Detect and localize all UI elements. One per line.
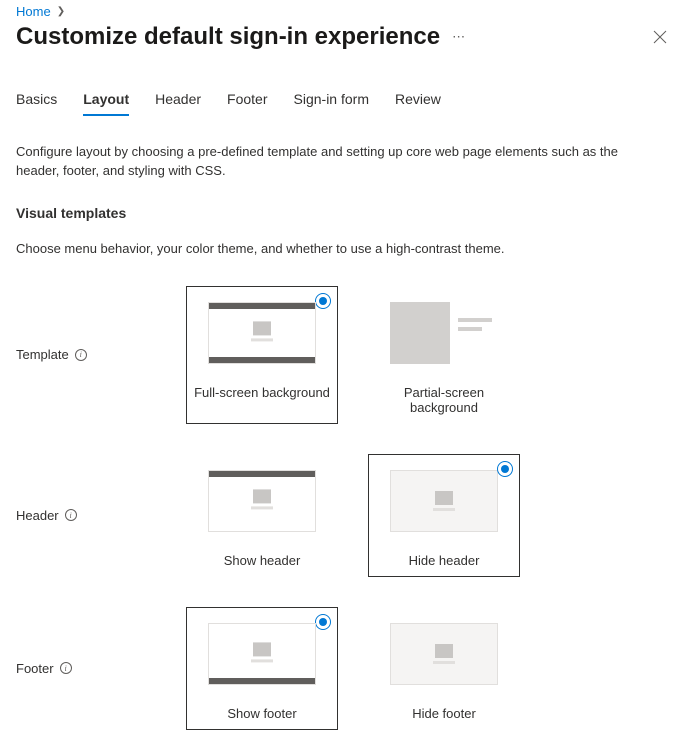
show-footer-preview xyxy=(208,623,316,685)
hide-footer-preview xyxy=(390,623,498,685)
template-option-partial[interactable]: Partial-screen background xyxy=(368,286,520,424)
footer-option-show-label: Show footer xyxy=(187,700,337,729)
radio-selected-icon xyxy=(315,293,331,309)
header-option-hide-label: Hide header xyxy=(369,547,519,576)
fullscreen-preview xyxy=(208,302,316,364)
tab-footer[interactable]: Footer xyxy=(227,91,267,115)
footer-option-hide-label: Hide footer xyxy=(369,700,519,729)
tab-layout[interactable]: Layout xyxy=(83,91,129,115)
header-label: Header i xyxy=(16,508,186,523)
template-label: Template i xyxy=(16,347,186,362)
template-label-text: Template xyxy=(16,347,69,362)
info-icon[interactable]: i xyxy=(65,509,77,521)
close-button[interactable] xyxy=(646,23,674,51)
partial-preview xyxy=(390,302,498,364)
footer-option-hide[interactable]: Hide footer xyxy=(368,607,520,730)
layout-description: Configure layout by choosing a pre-defin… xyxy=(16,143,656,181)
radio-selected-icon xyxy=(497,461,513,477)
more-button[interactable]: ⋯ xyxy=(452,29,466,45)
template-option-fullscreen[interactable]: Full-screen background xyxy=(186,286,338,424)
close-icon xyxy=(653,30,667,44)
header-label-text: Header xyxy=(16,508,59,523)
header-option-hide[interactable]: Hide header xyxy=(368,454,520,577)
page-title: Customize default sign-in experience xyxy=(16,23,440,51)
visual-templates-heading: Visual templates xyxy=(16,205,674,221)
info-icon[interactable]: i xyxy=(75,349,87,361)
info-icon[interactable]: i xyxy=(60,662,72,674)
footer-option-show[interactable]: Show footer xyxy=(186,607,338,730)
template-option-partial-label: Partial-screen background xyxy=(369,379,519,423)
tab-review[interactable]: Review xyxy=(395,91,441,115)
header-option-show[interactable]: Show header xyxy=(186,454,338,577)
template-option-fullscreen-label: Full-screen background xyxy=(187,379,337,408)
tab-header[interactable]: Header xyxy=(155,91,201,115)
chevron-right-icon: ❯ xyxy=(57,6,65,17)
show-header-preview xyxy=(208,470,316,532)
footer-label: Footer i xyxy=(16,661,186,676)
header-option-show-label: Show header xyxy=(187,547,337,576)
visual-templates-sub: Choose menu behavior, your color theme, … xyxy=(16,241,674,256)
breadcrumb-home-link[interactable]: Home xyxy=(16,4,51,19)
tab-basics[interactable]: Basics xyxy=(16,91,57,115)
footer-label-text: Footer xyxy=(16,661,54,676)
tab-signin-form[interactable]: Sign-in form xyxy=(294,91,369,115)
breadcrumb: Home ❯ xyxy=(16,0,674,21)
hide-header-preview xyxy=(390,470,498,532)
tab-bar: Basics Layout Header Footer Sign-in form… xyxy=(16,91,674,115)
radio-selected-icon xyxy=(315,614,331,630)
